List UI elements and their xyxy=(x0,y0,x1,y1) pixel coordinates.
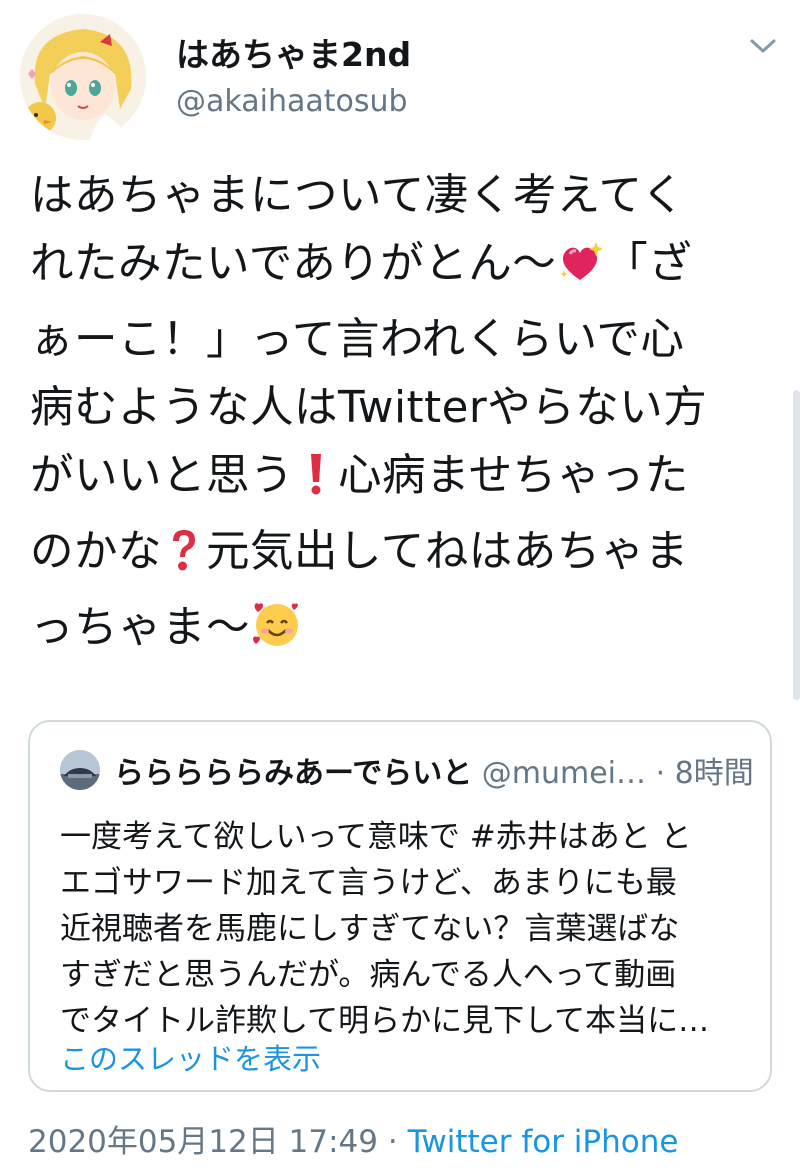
text-segment: 心病ませちゃった xyxy=(338,451,689,501)
quoted-text-line: 一度考えて欲しいって意味で #赤井はあと と xyxy=(60,819,692,855)
quoted-text-line: すぎだと思うんだが。病んでる人へって動画 xyxy=(60,957,677,993)
quoted-header: らららららみあーでらいと @mumei… · 8時間 xyxy=(114,748,754,792)
red-exclamation-icon xyxy=(294,450,338,518)
text-segment: 「ざ xyxy=(604,239,693,289)
tweet-text: はあちゃまについて凄く考えてく れたみたいでありがとん〜 「ざ ぁーこ！」って言わ… xyxy=(30,162,790,670)
show-thread-link[interactable]: このスレッドを表示 xyxy=(60,1036,321,1078)
avatar-illustration xyxy=(20,14,146,140)
timestamp[interactable]: 2020年05月12日 17:49 xyxy=(28,1124,378,1160)
tweet-text-line: れたみたいでありがとん〜 「ざ xyxy=(30,230,790,306)
tweet-text-line: ぁーこ！」って言われくらいで心 xyxy=(30,315,685,365)
user-handle[interactable]: @akaihaatosub xyxy=(176,84,408,119)
tweet: はあちゃま2nd @akaihaatosub はあちゃまについて凄く考えてく れ… xyxy=(0,0,800,1172)
quoted-text-line: 近視聴者を馬鹿にしすぎてない？言葉選ばな xyxy=(60,911,680,947)
quoted-display-name: らららららみあーでらいと xyxy=(114,756,473,791)
tweet-text-line: っちゃま〜 xyxy=(30,594,790,670)
quoted-tweet[interactable]: らららららみあーでらいと @mumei… · 8時間 一度考えて欲しいって意味で… xyxy=(28,720,772,1092)
quoted-text-line: エゴサワード加えて言うけど、あまりにも最 xyxy=(60,865,677,901)
tweet-text-line: はあちゃまについて凄く考えてく xyxy=(30,171,686,221)
text-segment: 元気出してねはあちゃま xyxy=(206,527,689,577)
text-segment: れたみたいでありがとん〜 xyxy=(30,239,557,289)
tweet-text-line: がいいと思う 心病ませちゃった xyxy=(30,442,790,518)
text-segment: っちゃま〜 xyxy=(30,603,250,653)
separator-dot: · xyxy=(655,756,666,791)
text-segment: がいいと思う xyxy=(30,451,294,501)
display-name[interactable]: はあちゃま2nd xyxy=(176,28,411,76)
smiling-face-with-hearts-icon xyxy=(250,598,302,670)
source-link[interactable]: Twitter for iPhone xyxy=(408,1124,679,1160)
avatar[interactable] xyxy=(20,14,146,140)
scrollbar[interactable] xyxy=(793,390,800,700)
tweet-meta: 2020年05月12日 17:49 · Twitter for iPhone xyxy=(28,1116,678,1161)
quoted-handle: @mumei… xyxy=(481,756,647,791)
quoted-time: 8時間 xyxy=(674,756,754,791)
tweet-text-line: 病むような人はTwitterやらない方 xyxy=(30,383,708,433)
separator-dot: · xyxy=(387,1124,398,1160)
chevron-down-icon[interactable] xyxy=(748,36,778,56)
sparkling-heart-icon xyxy=(556,238,604,306)
red-question-icon xyxy=(162,526,206,594)
quoted-avatar[interactable] xyxy=(60,750,100,790)
quoted-text: 一度考えて欲しいって意味で #赤井はあと と エゴサワード加えて言うけど、あまり… xyxy=(60,814,760,1044)
text-segment: のかな xyxy=(30,527,162,577)
tweet-text-line: のかな 元気出してねはあちゃま xyxy=(30,518,790,594)
